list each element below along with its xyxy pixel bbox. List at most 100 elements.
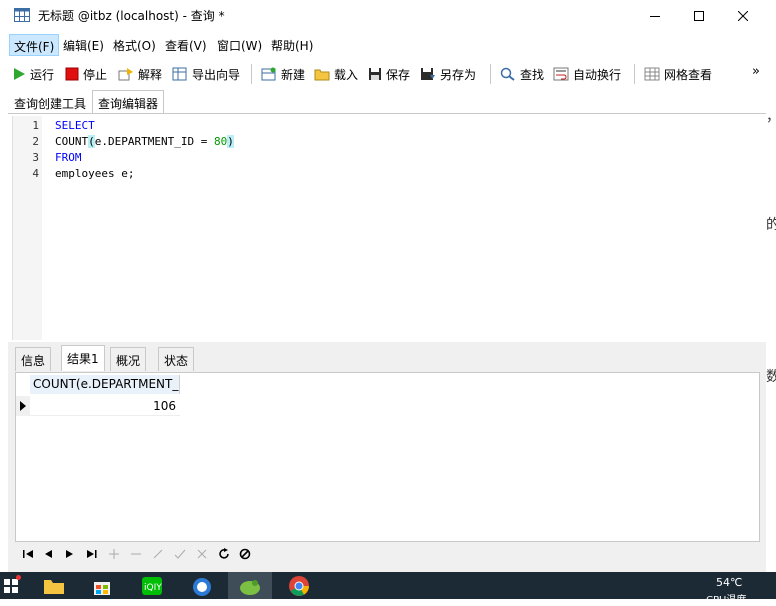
current-row-arrow-icon bbox=[20, 401, 26, 411]
find-button[interactable]: 查找 bbox=[500, 63, 544, 85]
taskbar-file-explorer[interactable] bbox=[35, 572, 73, 599]
query-tabs: 查询创建工具 查询编辑器 bbox=[8, 90, 766, 114]
toolbar-separator bbox=[490, 64, 491, 84]
minimize-icon bbox=[650, 15, 660, 17]
background-text-fragment: ， bbox=[766, 106, 776, 126]
save-button[interactable]: 保存 bbox=[368, 63, 410, 85]
maximize-icon bbox=[694, 10, 704, 21]
check-icon bbox=[174, 549, 186, 559]
discard-button[interactable] bbox=[194, 547, 210, 561]
edit-record-button[interactable] bbox=[150, 547, 166, 561]
tab-overview[interactable]: 概况 bbox=[110, 347, 147, 371]
menu-format[interactable]: 格式(O) bbox=[109, 34, 160, 56]
navicat-icon bbox=[240, 579, 260, 595]
export-wizard-button[interactable]: 导出向导 bbox=[172, 63, 240, 85]
grid-icon bbox=[644, 67, 660, 81]
taskbar-browser-blue[interactable] bbox=[183, 572, 221, 599]
taskbar-chrome[interactable] bbox=[280, 572, 318, 599]
run-button[interactable]: 运行 bbox=[12, 63, 54, 85]
title-bar: 无标题 @itbz (localhost) - 查询 * bbox=[0, 0, 766, 31]
apply-button[interactable] bbox=[172, 547, 188, 561]
word-wrap-label: 自动换行 bbox=[573, 67, 622, 82]
maximize-button[interactable] bbox=[676, 0, 722, 31]
folder-icon bbox=[44, 579, 64, 594]
grid-view-button[interactable]: 网格查看 bbox=[644, 63, 712, 85]
code-line-1: SELECT bbox=[55, 119, 95, 132]
add-record-button[interactable] bbox=[106, 547, 122, 561]
menu-bar: 文件(F) 编辑(E) 格式(O) 查看(V) 窗口(W) 帮助(H) bbox=[0, 31, 766, 58]
previous-record-button[interactable] bbox=[40, 547, 56, 561]
run-label: 运行 bbox=[30, 67, 55, 82]
tab-info[interactable]: 信息 bbox=[15, 347, 52, 371]
menu-edit[interactable]: 编辑(E) bbox=[59, 34, 108, 56]
close-button[interactable] bbox=[720, 0, 766, 31]
menu-window[interactable]: 窗口(W) bbox=[213, 34, 266, 56]
refresh-button[interactable] bbox=[216, 547, 232, 561]
table-app-icon bbox=[14, 8, 30, 22]
taskbar-navicat[interactable] bbox=[228, 572, 272, 599]
next-icon bbox=[66, 550, 73, 558]
notification-dot bbox=[16, 575, 21, 580]
background-text-fragment: 数 bbox=[766, 369, 776, 385]
save-as-label: 另存为 bbox=[440, 67, 477, 82]
line-number: 3 bbox=[32, 151, 39, 164]
grid-view-label: 网格查看 bbox=[664, 67, 713, 82]
save-label: 保存 bbox=[386, 67, 411, 82]
result-grid[interactable]: COUNT(e.DEPARTMENT_I 106 bbox=[15, 372, 760, 542]
line-number: 1 bbox=[32, 119, 39, 132]
word-wrap-button[interactable]: 自动换行 bbox=[553, 63, 621, 85]
taskbar-iqiyi[interactable]: iQIY bbox=[133, 572, 171, 599]
cpu-temperature: 54℃ bbox=[716, 576, 743, 589]
browser-icon bbox=[193, 577, 211, 596]
tab-query-editor[interactable]: 查询编辑器 bbox=[92, 90, 165, 114]
save-icon bbox=[369, 68, 381, 80]
background-text-fragment: 的 bbox=[766, 217, 776, 233]
last-record-button[interactable] bbox=[84, 547, 100, 561]
line-number: 2 bbox=[32, 135, 39, 148]
toolbar-overflow-button[interactable]: » bbox=[752, 60, 760, 82]
new-label: 新建 bbox=[281, 67, 306, 82]
first-record-button[interactable] bbox=[20, 547, 36, 561]
windows-icon bbox=[4, 578, 18, 593]
window-title: 无标题 @itbz (localhost) - 查询 * bbox=[38, 9, 225, 23]
result-cell[interactable]: 106 bbox=[30, 396, 180, 416]
export-icon bbox=[172, 67, 187, 81]
stop-label: 停止 bbox=[83, 67, 108, 82]
toolbar: 运行 停止 解释 导出向导 新建 载入 保存 另存为 查找 自动换行 网格查看 bbox=[6, 60, 766, 88]
delete-record-button[interactable] bbox=[128, 547, 144, 561]
tab-status[interactable]: 状态 bbox=[158, 347, 195, 371]
stop-refresh-icon bbox=[239, 548, 251, 560]
stop-refresh-button[interactable] bbox=[237, 547, 253, 561]
taskbar-store[interactable] bbox=[83, 572, 121, 599]
first-icon bbox=[23, 550, 33, 558]
chrome-icon bbox=[289, 575, 309, 596]
menu-file[interactable]: 文件(F) bbox=[9, 34, 60, 56]
menu-help[interactable]: 帮助(H) bbox=[267, 34, 317, 56]
column-header[interactable]: COUNT(e.DEPARTMENT_I bbox=[30, 375, 180, 394]
last-icon bbox=[87, 550, 97, 558]
toolbar-separator bbox=[251, 64, 252, 84]
tab-query-builder[interactable]: 查询创建工具 bbox=[8, 90, 92, 114]
code-line-2: COUNT(e.DEPARTMENT_ID = 80) bbox=[55, 135, 234, 148]
minimize-button[interactable] bbox=[632, 0, 678, 31]
sql-editor[interactable]: 1 2 3 4 SELECT COUNT(e.DEPARTMENT_ID = 8… bbox=[12, 116, 766, 340]
record-navigation-bar bbox=[15, 543, 760, 565]
next-record-button[interactable] bbox=[62, 547, 78, 561]
explain-icon bbox=[118, 68, 133, 81]
row-indicator[interactable] bbox=[16, 396, 30, 416]
new-button[interactable]: 新建 bbox=[261, 63, 305, 85]
load-label: 载入 bbox=[334, 67, 359, 82]
play-icon bbox=[14, 68, 25, 80]
discard-icon bbox=[197, 549, 207, 559]
search-icon bbox=[500, 67, 515, 81]
save-as-button[interactable]: 另存为 bbox=[420, 63, 476, 85]
code-line-4: employees e; bbox=[55, 167, 135, 180]
tab-result-1[interactable]: 结果1 bbox=[61, 345, 105, 371]
close-paren: ) bbox=[227, 135, 234, 148]
stop-button[interactable]: 停止 bbox=[65, 63, 107, 85]
load-button[interactable]: 载入 bbox=[314, 63, 358, 85]
find-label: 查找 bbox=[520, 67, 545, 82]
explain-button[interactable]: 解释 bbox=[118, 63, 162, 85]
code-line-3: FROM bbox=[55, 151, 82, 164]
menu-view[interactable]: 查看(V) bbox=[161, 34, 211, 56]
